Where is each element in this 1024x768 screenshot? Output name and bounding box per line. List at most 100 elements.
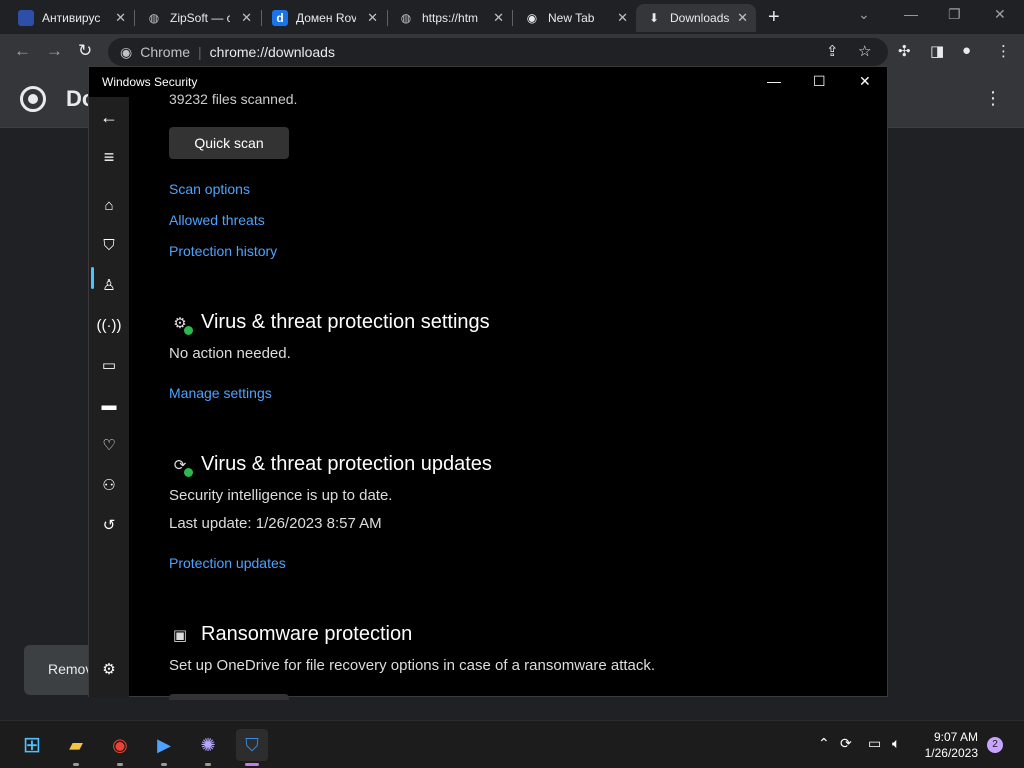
taskbar: ⊞ ▰ ◉ ▶ ✺ ⛉ ⌃ ⟳ ▭ 🔈︎ 9:07 AM 1/26/2023 2 bbox=[0, 720, 1024, 768]
tab-https[interactable]: ◍ https://htm ✕ bbox=[388, 4, 512, 32]
tab-separator bbox=[512, 10, 513, 26]
updates-heading-text: Virus & threat protection updates bbox=[201, 453, 492, 475]
ransomware-action-button[interactable] bbox=[169, 694, 289, 700]
settings-heading-text: Virus & threat protection settings bbox=[201, 311, 490, 333]
tab-search-icon[interactable]: ⌄ bbox=[858, 6, 870, 23]
settings-gears-icon: ⚙ bbox=[169, 312, 193, 335]
health-icon[interactable]: ♡ bbox=[99, 435, 119, 455]
share-icon[interactable]: ⇪ bbox=[826, 42, 839, 60]
file-explorer-icon[interactable]: ▰ bbox=[60, 729, 92, 761]
ransomware-heading: ▣ Ransomware protection bbox=[169, 623, 412, 646]
active-indicator bbox=[91, 267, 94, 289]
restore-icon[interactable]: ❐ bbox=[948, 6, 961, 23]
close-window-icon[interactable]: ✕ bbox=[994, 6, 1006, 23]
updates-status: Security intelligence is up to date. bbox=[169, 487, 393, 504]
network-display-icon[interactable]: ▭ bbox=[868, 735, 881, 752]
tab-new-tab[interactable]: ◉ New Tab ✕ bbox=[514, 4, 636, 32]
omnibox-url: chrome://downloads bbox=[209, 44, 335, 60]
ok-badge-icon bbox=[184, 467, 193, 477]
running-indicator bbox=[73, 763, 79, 766]
forward-icon[interactable]: → bbox=[46, 41, 63, 61]
settings-gear-icon[interactable]: ⚙ bbox=[99, 659, 119, 679]
chrome-icon: ◉ bbox=[526, 11, 538, 25]
minimize-icon[interactable]: — bbox=[904, 6, 918, 22]
clock-time: 9:07 AM bbox=[933, 730, 978, 744]
close-icon[interactable]: ✕ bbox=[617, 10, 628, 26]
media-player-icon[interactable]: ▶ bbox=[148, 729, 180, 761]
home-icon[interactable]: ⌂ bbox=[99, 195, 119, 215]
running-indicator bbox=[205, 763, 211, 766]
notification-badge[interactable]: 2 bbox=[987, 737, 1003, 753]
window-title: Windows Security bbox=[102, 75, 198, 89]
files-scanned-text: 39232 files scanned. bbox=[169, 91, 298, 107]
globe-icon: ◍ bbox=[148, 11, 160, 25]
show-hidden-icons-icon[interactable]: ⌃ bbox=[818, 735, 830, 752]
settings-status: No action needed. bbox=[169, 345, 291, 362]
scan-options-link[interactable]: Scan options bbox=[169, 181, 250, 197]
tab-domain[interactable]: d Домен Rov ✕ bbox=[262, 4, 386, 32]
tab-antivirus[interactable]: Антивирус ✕ bbox=[8, 4, 134, 32]
hamburger-menu-icon[interactable]: ≡ bbox=[99, 147, 119, 167]
start-windows-icon[interactable]: ⊞ bbox=[16, 729, 48, 761]
last-update-text: Last update: 1/26/2023 8:57 AM bbox=[169, 515, 382, 532]
tab-downloads[interactable]: ⬇ Downloads ✕ bbox=[636, 4, 756, 32]
reload-icon[interactable]: ↻ bbox=[78, 41, 92, 61]
back-arrow-icon[interactable]: ← bbox=[99, 107, 119, 127]
minimize-icon[interactable]: — bbox=[767, 73, 781, 89]
settings-heading: ⚙ Virus & threat protection settings bbox=[169, 311, 490, 335]
browser-tabstrip: Антивирус ✕ ◍ ZipSoft — с ✕ d Домен Rov … bbox=[0, 0, 1024, 34]
bookmark-star-icon[interactable]: ☆ bbox=[858, 42, 871, 60]
profile-icon[interactable]: ● bbox=[962, 42, 971, 59]
omnibox-site: Chrome bbox=[140, 44, 191, 60]
close-icon[interactable]: ✕ bbox=[737, 10, 748, 26]
chrome-logo-icon bbox=[20, 86, 46, 112]
quick-scan-button[interactable]: Quick scan bbox=[169, 127, 289, 159]
active-app-indicator bbox=[245, 763, 259, 766]
allowed-threats-link[interactable]: Allowed threats bbox=[169, 212, 265, 228]
chrome-icon: ◉ bbox=[120, 43, 133, 60]
more-actions-icon[interactable]: ⋮ bbox=[984, 88, 1002, 109]
history-icon[interactable]: ↺ bbox=[99, 515, 119, 535]
address-bar[interactable]: ◉ Chrome | chrome://downloads bbox=[108, 38, 888, 66]
windows-security-window: Windows Security — ☐ ✕ ← ≡ ⌂ ⛉ ♙ ((·)) ▭… bbox=[88, 66, 888, 700]
volume-icon[interactable]: 🔈︎ bbox=[892, 735, 900, 752]
app-icon[interactable]: ✺ bbox=[192, 729, 224, 761]
clock-date: 1/26/2023 bbox=[924, 746, 978, 760]
windows-security-app-icon[interactable]: ⛉ bbox=[236, 729, 268, 761]
back-icon[interactable]: ← bbox=[14, 41, 31, 61]
shield-icon[interactable]: ⛉ bbox=[99, 235, 119, 255]
extensions-icon[interactable]: ✣ bbox=[898, 42, 911, 60]
d-favicon: d bbox=[272, 10, 288, 26]
update-refresh-icon: ⟳ bbox=[169, 454, 193, 477]
ransomware-description: Set up OneDrive for file recovery option… bbox=[169, 657, 656, 674]
app-browser-icon[interactable]: ▭ bbox=[99, 355, 119, 375]
close-icon[interactable]: ✕ bbox=[367, 10, 378, 26]
manage-settings-link[interactable]: Manage settings bbox=[169, 385, 272, 401]
ransomware-folder-icon: ▣ bbox=[172, 626, 188, 644]
chrome-app-icon[interactable]: ◉ bbox=[104, 729, 136, 761]
close-icon[interactable]: ✕ bbox=[241, 10, 252, 26]
running-indicator bbox=[117, 763, 123, 766]
protection-updates-link[interactable]: Protection updates bbox=[169, 555, 286, 571]
browser-toolbar: ← → ↻ ◉ Chrome | chrome://downloads ⇪ ☆ … bbox=[0, 34, 1024, 70]
download-icon: ⬇ bbox=[648, 11, 660, 25]
ok-badge-icon bbox=[184, 325, 193, 335]
close-icon[interactable]: ✕ bbox=[859, 73, 871, 90]
side-panel-icon[interactable]: ◨ bbox=[930, 42, 944, 60]
network-icon[interactable]: ((·)) bbox=[97, 315, 122, 335]
device-security-icon[interactable]: ▬ bbox=[99, 395, 119, 415]
close-icon[interactable]: ✕ bbox=[493, 10, 504, 26]
ransomware-heading-text: Ransomware protection bbox=[201, 623, 413, 645]
protection-history-link[interactable]: Protection history bbox=[169, 243, 277, 259]
tab-zipsoft[interactable]: ◍ ZipSoft — с ✕ bbox=[136, 4, 260, 32]
menu-icon[interactable]: ⋮ bbox=[996, 42, 1011, 60]
new-tab-button[interactable]: + bbox=[768, 6, 780, 29]
maximize-icon[interactable]: ☐ bbox=[813, 73, 826, 90]
account-icon[interactable]: ♙ bbox=[99, 275, 119, 295]
close-icon[interactable]: ✕ bbox=[115, 10, 126, 26]
family-icon[interactable]: ⚇ bbox=[99, 475, 119, 495]
updates-heading: ⟳ Virus & threat protection updates bbox=[169, 453, 492, 477]
sync-alert-icon[interactable]: ⟳ bbox=[840, 735, 852, 752]
globe-icon: ◍ bbox=[400, 11, 412, 25]
clock[interactable]: 9:07 AM 1/26/2023 bbox=[918, 729, 978, 761]
